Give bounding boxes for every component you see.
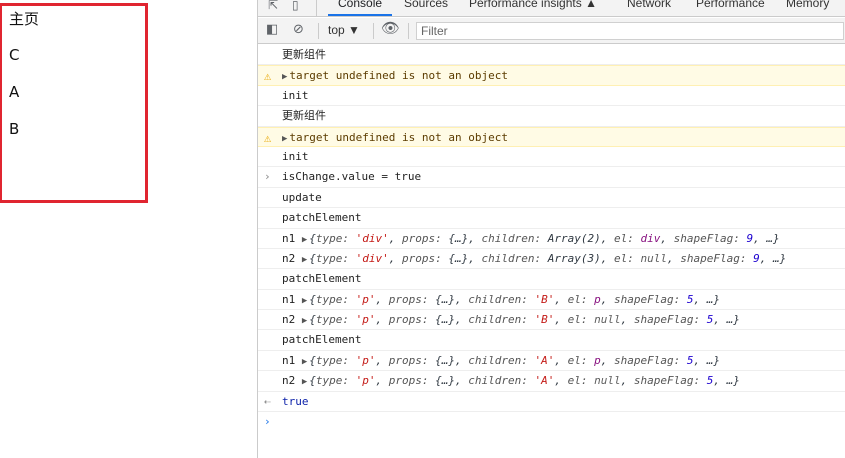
rendered-page: 主页 C A B	[0, 0, 257, 458]
message-text: target undefined is not an object	[289, 130, 508, 144]
message-text: init	[282, 88, 309, 102]
toolbar-divider	[408, 23, 409, 39]
console-input-command: › isChange.value = true	[258, 167, 845, 188]
live-expression-eye-icon[interactable]: 👁	[381, 21, 400, 36]
message-label: n2	[282, 251, 296, 265]
console-object-message[interactable]: n1 ▶ {type: 'div', props: {…}, children: …	[258, 229, 845, 249]
message-text: patchElement	[282, 333, 362, 347]
console-log-message: init	[258, 86, 845, 107]
tab-network[interactable]: Network	[627, 0, 671, 10]
console-warning-message[interactable]: ⚠ ▶ target undefined is not an object	[258, 126, 845, 147]
console-toolbar: ◧ ⊘ top ▼ 👁	[258, 18, 845, 44]
devtools-tab-bar: ⇱ ▯ Console Sources Performance insights…	[258, 0, 845, 17]
devtools-panel: ⇱ ▯ Console Sources Performance insights…	[257, 0, 845, 458]
message-label: n1	[282, 292, 296, 306]
console-log-message: patchElement	[258, 330, 845, 351]
console-object-message[interactable]: n2 ▶ {type: 'p', props: {…}, children: 'A…	[258, 371, 845, 392]
object-preview: {type: 'p', props: {…}, children: 'B', e…	[309, 292, 721, 306]
expand-triangle-icon[interactable]: ▶	[302, 255, 307, 265]
chevron-down-icon: ▼	[348, 23, 360, 37]
tab-performance-insights[interactable]: Performance insights ▲	[469, 0, 597, 10]
toolbar-divider	[318, 23, 319, 39]
message-text: true	[282, 394, 309, 408]
console-object-message[interactable]: n2 ▶ {type: 'p', props: {…}, children: 'B…	[258, 310, 845, 331]
result-arrow-icon: ⇠	[264, 394, 271, 408]
console-object-message[interactable]: n1 ▶ {type: 'p', props: {…}, children: 'A…	[258, 351, 845, 372]
toolbar-divider	[373, 23, 374, 39]
sidebar-toggle-icon[interactable]: ◧	[266, 23, 278, 37]
expand-triangle-icon[interactable]: ▶	[302, 235, 307, 245]
context-selector[interactable]: top ▼	[328, 23, 360, 37]
tab-memory[interactable]: Memory	[786, 0, 829, 10]
expand-triangle-icon[interactable]: ▶	[282, 134, 287, 144]
console-object-message[interactable]: n1 ▶ {type: 'p', props: {…}, children: 'B…	[258, 290, 845, 311]
expand-triangle-icon[interactable]: ▶	[302, 357, 307, 367]
active-tab-indicator	[328, 14, 392, 16]
expand-triangle-icon[interactable]: ▶	[302, 296, 307, 306]
tab-divider	[316, 0, 317, 16]
expand-triangle-icon[interactable]: ▶	[282, 72, 287, 82]
prompt-chevron-icon: ›	[264, 415, 271, 429]
tab-sources[interactable]: Sources	[404, 0, 448, 10]
object-preview: {type: 'p', props: {…}, children: 'A', e…	[309, 374, 740, 388]
message-label: n1	[282, 231, 296, 245]
console-warning-message[interactable]: ⚠ ▶ target undefined is not an object	[258, 65, 845, 86]
message-label: n2	[282, 313, 296, 327]
console-object-message[interactable]: n2 ▶ {type: 'div', props: {…}, children: …	[258, 249, 845, 270]
experiment-icon: ▲	[585, 0, 597, 10]
message-text: update	[282, 190, 322, 204]
console-log-message: patchElement	[258, 269, 845, 290]
object-preview: {type: 'div', props: {…}, children: Arra…	[309, 231, 780, 245]
page-item-c: C	[9, 46, 20, 64]
message-text: patchElement	[282, 272, 362, 286]
object-preview: {type: 'p', props: {…}, children: 'A', e…	[309, 353, 721, 367]
input-chevron-icon: ›	[264, 170, 271, 184]
console-result-message: ⇠ true	[258, 392, 845, 413]
clear-console-icon[interactable]: ⊘	[293, 23, 304, 37]
console-log-message: update	[258, 188, 845, 209]
tab-performance[interactable]: Performance	[696, 0, 765, 10]
message-label: n1	[282, 353, 296, 367]
expand-triangle-icon[interactable]: ▶	[302, 377, 307, 387]
inspect-element-icon[interactable]: ⇱	[268, 0, 278, 12]
app-container	[0, 3, 148, 203]
object-preview: {type: 'p', props: {…}, children: 'B', e…	[309, 313, 740, 327]
message-label: n2	[282, 374, 296, 388]
console-messages: 更新组件 ⚠ ▶ target undefined is not an object…	[258, 45, 845, 432]
message-text: isChange.value = true	[282, 170, 422, 184]
message-text: 更新组件	[282, 109, 326, 123]
object-preview: {type: 'div', props: {…}, children: Arra…	[309, 251, 787, 265]
message-text: patchElement	[282, 211, 362, 225]
tab-performance-insights-label: Performance insights	[469, 0, 582, 10]
console-filter-input[interactable]	[416, 22, 844, 40]
message-text: init	[282, 149, 309, 163]
expand-triangle-icon[interactable]: ▶	[302, 316, 307, 326]
page-item-b: B	[9, 120, 20, 138]
page-item-a: A	[9, 83, 20, 101]
console-log-message: 更新组件	[258, 106, 845, 127]
console-log-message: 更新组件	[258, 45, 845, 66]
warning-icon: ⚠	[264, 69, 272, 84]
page-title: 主页	[9, 10, 40, 28]
message-text: target undefined is not an object	[289, 69, 508, 83]
console-prompt[interactable]: ›	[258, 412, 845, 432]
device-toolbar-icon[interactable]: ▯	[292, 0, 299, 12]
console-log-message: init	[258, 147, 845, 168]
console-log-message: patchElement	[258, 208, 845, 229]
message-text: 更新组件	[282, 48, 326, 61]
warning-icon: ⚠	[264, 130, 272, 145]
tab-console[interactable]: Console	[338, 0, 382, 10]
context-value: top	[328, 23, 345, 37]
